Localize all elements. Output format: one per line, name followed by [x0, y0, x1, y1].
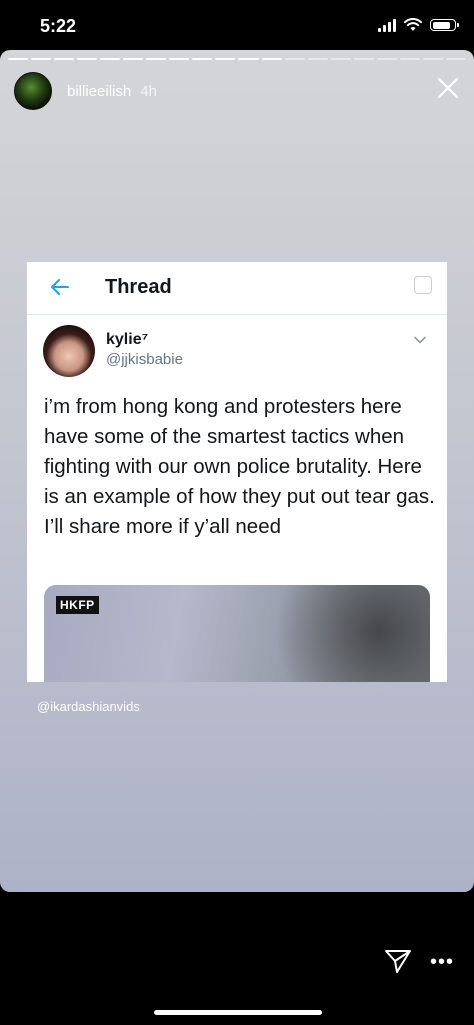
- tweet-screenshot: Thread kylie⁷ @jjkisbabie i’m from hong …: [27, 262, 447, 682]
- progress-segment: [100, 58, 121, 60]
- progress-segment: [284, 58, 305, 60]
- progress-segment: [31, 58, 52, 60]
- progress-segment: [399, 58, 420, 60]
- author-avatar: [43, 325, 95, 377]
- progress-segment: [422, 58, 443, 60]
- corner-checkbox: [414, 276, 432, 294]
- progress-segment: [77, 58, 98, 60]
- status-icons: [378, 18, 459, 32]
- story-frame[interactable]: billieeilish 4h Thread kylie⁷ @jjkisbabi…: [0, 50, 474, 892]
- signal-icon: [378, 18, 396, 32]
- progress-segment: [123, 58, 144, 60]
- more-icon[interactable]: •••: [430, 952, 454, 972]
- battery-level: [432, 21, 450, 29]
- send-icon[interactable]: [384, 948, 412, 974]
- tweet-author: kylie⁷ @jjkisbabie: [43, 325, 433, 381]
- battery-icon: [430, 19, 459, 31]
- author-display-name: kylie⁷: [106, 331, 149, 348]
- progress-segment: [146, 58, 167, 60]
- progress-segment: [54, 58, 75, 60]
- progress-segment: [330, 58, 351, 60]
- story-progress: [8, 58, 466, 60]
- media-watermark: HKFP: [56, 596, 99, 614]
- home-indicator: [154, 1010, 322, 1015]
- story-header[interactable]: billieeilish 4h: [14, 72, 157, 110]
- thread-header: Thread: [27, 262, 447, 315]
- wifi-icon: [404, 18, 422, 31]
- progress-segment: [376, 58, 397, 60]
- status-bar: 5:22: [0, 0, 474, 50]
- progress-segment: [261, 58, 282, 60]
- story-time-ago: 4h: [140, 82, 157, 100]
- status-time: 5:22: [40, 16, 77, 36]
- progress-segment: [307, 58, 328, 60]
- progress-segment: [238, 58, 259, 60]
- chevron-down-icon: [414, 336, 426, 344]
- story-username[interactable]: billieeilish: [67, 83, 131, 100]
- progress-segment: [169, 58, 190, 60]
- progress-segment: [445, 58, 466, 60]
- thread-title: Thread: [105, 276, 172, 298]
- progress-segment: [192, 58, 213, 60]
- tweet-text: i’m from hong kong and protesters here h…: [44, 395, 435, 538]
- tweet-media: HKFP: [44, 585, 430, 682]
- progress-segment: [8, 58, 29, 60]
- avatar[interactable]: [14, 72, 52, 110]
- progress-segment: [353, 58, 374, 60]
- mention-sticker[interactable]: @ikardashianvids: [37, 699, 140, 714]
- progress-segment: [215, 58, 236, 60]
- author-handle: @jjkisbabie: [106, 351, 183, 368]
- back-arrow-icon: [51, 279, 69, 295]
- close-icon[interactable]: [436, 76, 460, 100]
